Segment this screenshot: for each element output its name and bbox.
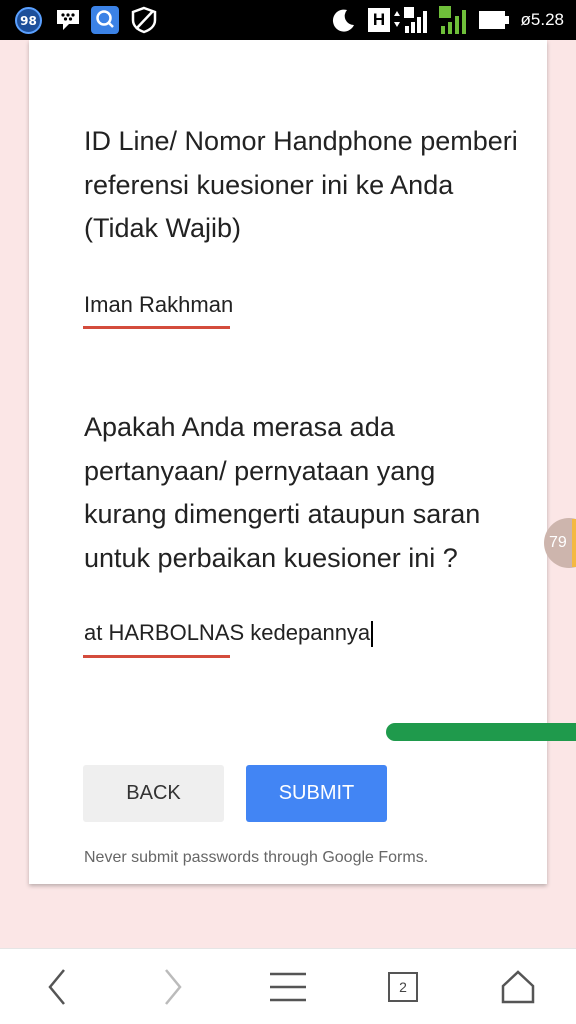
text-cursor xyxy=(371,621,374,648)
nav-back-button[interactable] xyxy=(36,967,80,1007)
nav-forward-button[interactable] xyxy=(150,967,194,1007)
form-card: ID Line/ Nomor Handphone pemberi referen… xyxy=(29,40,547,884)
home-icon xyxy=(501,970,535,1004)
tab-count: 2 xyxy=(399,979,407,995)
search-app-icon xyxy=(91,6,119,34)
signal-sim2-icon xyxy=(439,6,466,34)
notification-badge-icon: 98 xyxy=(15,7,42,34)
status-time: ø5.28 xyxy=(520,10,564,29)
question-feedback: Apakah Anda merasa ada pertanyaan/ perny… xyxy=(84,412,481,573)
network-h-icon: H xyxy=(368,8,390,32)
back-arrow-icon xyxy=(48,969,65,1005)
bbm-icon xyxy=(57,10,79,30)
password-warning: Never submit passwords through Google Fo… xyxy=(84,849,429,866)
submit-button[interactable]: SUBMIT xyxy=(246,765,387,822)
floating-counter-accent xyxy=(572,519,576,567)
feedback-value: at HARBOLNAS kedepannya xyxy=(84,620,371,645)
status-bar: 98 H ø5.28 xyxy=(0,0,576,40)
referral-contact-value: Iman Rakhman xyxy=(84,292,234,317)
floating-green-handle[interactable] xyxy=(386,723,576,741)
nav-tabs-button[interactable]: 2 xyxy=(381,967,425,1007)
question-referral-contact: ID Line/ Nomor Handphone pemberi referen… xyxy=(84,126,518,243)
tabs-icon: 2 xyxy=(388,972,418,1002)
menu-icon xyxy=(270,972,306,1002)
moon-icon xyxy=(332,9,354,32)
nav-menu-button[interactable] xyxy=(266,967,310,1007)
floating-counter-value: 79 xyxy=(549,534,567,551)
forward-arrow-icon xyxy=(165,969,182,1005)
browser-bottom-nav: 2 xyxy=(0,948,576,1024)
shield-icon xyxy=(131,6,157,34)
feedback-input[interactable]: at HARBOLNAS kedepannya xyxy=(84,620,374,648)
notification-count: 98 xyxy=(20,13,37,28)
back-button[interactable]: BACK xyxy=(83,765,224,822)
feedback-input-underline xyxy=(83,655,230,658)
nav-home-button[interactable] xyxy=(496,967,540,1007)
referral-input-underline xyxy=(83,326,230,329)
battery-icon xyxy=(479,11,509,29)
referral-contact-input[interactable]: Iman Rakhman xyxy=(84,292,233,318)
signal-sim1-icon xyxy=(394,7,427,33)
